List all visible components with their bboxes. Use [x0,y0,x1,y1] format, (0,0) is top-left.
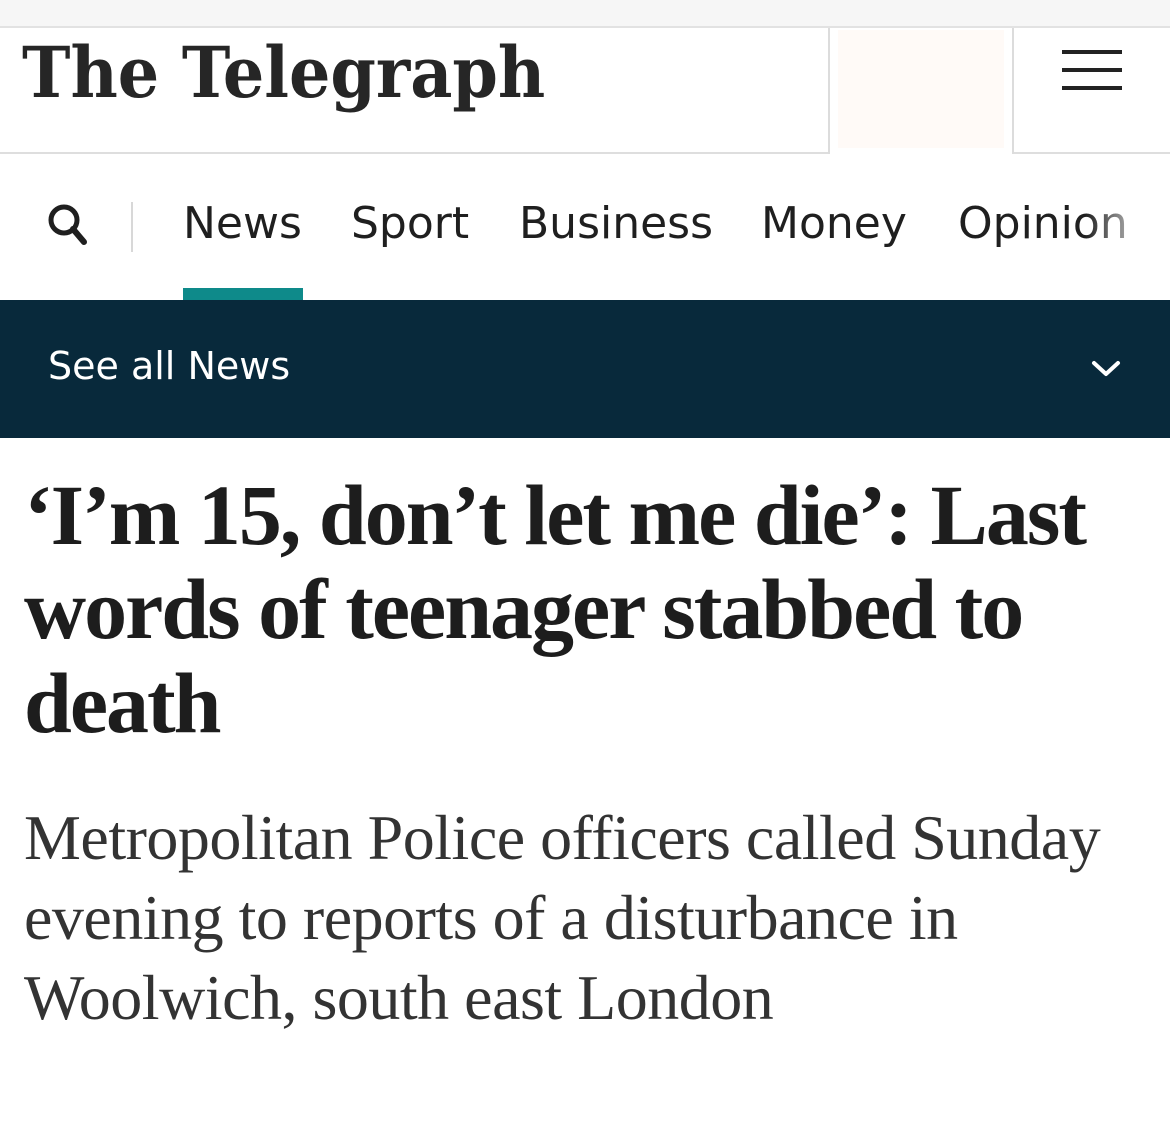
masthead: The Telegraph [0,28,1170,154]
nav-item-sport[interactable]: Sport [351,196,469,252]
menu-bar-middle [1062,68,1122,72]
nav-divider [131,202,133,252]
section-nav: News Sport Business Money Opinion [0,156,1170,300]
chevron-down-icon [1088,356,1124,382]
article-standfirst: Metropolitan Police officers called Sund… [24,802,1101,1033]
browser-top-strip [0,0,1170,28]
nav-item-news[interactable]: News [183,196,302,252]
menu-bar-bottom [1062,86,1122,90]
search-icon[interactable] [40,196,96,252]
nav-scroll-fade [1085,186,1170,266]
article-headline: ‘I’m 15, don’t let me die’: Last words o… [24,467,1087,751]
menu-bar-top [1062,50,1122,54]
nav-active-indicator [183,288,303,300]
ad-slot [828,28,1014,154]
ad-placeholder [838,30,1004,148]
hamburger-menu-icon[interactable] [1040,42,1140,102]
see-all-news-dropdown[interactable]: See all News [0,300,1170,438]
site-logo[interactable]: The Telegraph [22,38,545,108]
nav-item-money[interactable]: Money [761,196,907,252]
see-all-news-label: See all News [48,344,291,388]
nav-item-business[interactable]: Business [519,196,713,252]
